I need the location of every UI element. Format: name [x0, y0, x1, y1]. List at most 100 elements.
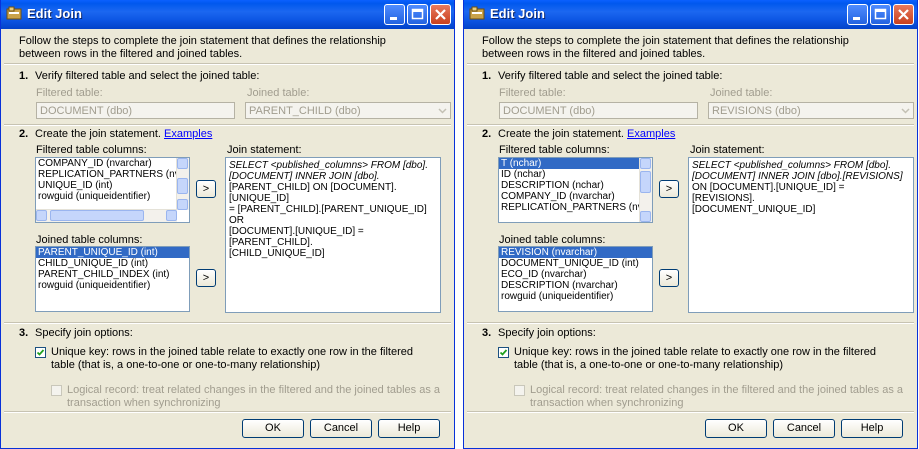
intro-text: Follow the steps to complete the join st… [19, 35, 386, 60]
scroll-down-button[interactable] [640, 211, 651, 222]
checkbox-checked-icon [499, 349, 508, 356]
join-statement-label: Join statement: [227, 144, 302, 156]
logical-record-label: Logical record: treat related changes in… [67, 384, 441, 409]
join-statement-textarea[interactable]: SELECT <published_columns> FROM [dbo]. [… [688, 157, 914, 313]
title-bar[interactable]: Edit Join [464, 0, 917, 29]
list-item[interactable]: PARENT_CHILD_INDEX (int) [36, 269, 189, 280]
join-line: [DOCUMENT] INNER JOIN [dbo]. [229, 171, 380, 182]
vertical-scrollbar[interactable] [639, 158, 652, 222]
filtered-columns-list[interactable]: COMPANY_ID (nvarchar) REPLICATION_PARTNE… [35, 157, 190, 223]
list-item[interactable]: DOCUMENT_UNIQUE_ID (int) [499, 258, 652, 269]
app-icon [6, 6, 22, 20]
joined-table-value: REVISIONS (dbo) [712, 105, 801, 117]
unique-key-checkbox[interactable] [498, 347, 509, 358]
help-button[interactable]: Help [378, 419, 440, 438]
unique-key-label: Unique key: rows in the joined table rel… [51, 346, 413, 371]
minimize-icon [853, 17, 860, 20]
list-item-selected[interactable]: REVISION (nvarchar) [499, 247, 652, 258]
maximize-button[interactable] [407, 4, 428, 25]
step-2: 2. Create the join statement. Examples [19, 128, 213, 140]
divider [467, 63, 914, 65]
scroll-thumb[interactable] [640, 171, 651, 193]
scroll-up-button[interactable] [640, 158, 651, 169]
joined-table-label: Joined table: [247, 87, 310, 99]
joined-table-label: Joined table: [710, 87, 773, 99]
scroll-thumb[interactable] [177, 178, 188, 194]
list-item[interactable]: rowguid (uniqueidentifier) [499, 291, 652, 302]
join-statement-textarea[interactable]: SELECT <published_columns> FROM [dbo]. [… [225, 157, 441, 313]
list-item[interactable]: DESCRIPTION (nchar) [499, 180, 652, 191]
step-1: 1. Verify filtered table and select the j… [19, 70, 260, 82]
filtered-columns-list[interactable]: T (nchar) ID (nchar) DESCRIPTION (nchar)… [498, 157, 653, 223]
list-item[interactable]: rowguid (uniqueidentifier) [36, 280, 189, 291]
scroll-left-button[interactable] [36, 210, 47, 221]
divider [467, 322, 914, 324]
minimize-icon [390, 17, 397, 20]
list-item[interactable]: REPLICATION_PARTNERS (nvarch [499, 202, 652, 213]
list-item[interactable]: DESCRIPTION (nvarchar) [499, 280, 652, 291]
title-bar[interactable]: Edit Join [1, 0, 454, 29]
list-item[interactable]: REPLICATION_PARTNERS (nvarcha [36, 169, 189, 180]
dropdown-arrow-icon [901, 108, 910, 114]
add-joined-column-button[interactable]: > [659, 269, 679, 287]
dialog-body: Follow the steps to complete the join st… [464, 29, 917, 448]
horizontal-scrollbar[interactable] [36, 209, 177, 222]
logical-record-checkbox [514, 385, 525, 396]
ok-button[interactable]: OK [705, 419, 767, 438]
list-item[interactable]: UNIQUE_ID (int) [36, 180, 189, 191]
join-statement-label: Join statement: [690, 144, 765, 156]
join-line: SELECT <published_columns> FROM [dbo]. [692, 160, 891, 171]
join-line: [DOCUMENT] INNER JOIN [dbo].[REVISIONS] [692, 171, 903, 182]
maximize-icon [411, 8, 424, 20]
close-button[interactable] [893, 4, 914, 25]
join-line: = [PARENT_CHILD].[PARENT_UNIQUE_ID] OR [229, 204, 427, 226]
list-item[interactable]: ECO_ID (nvarchar) [499, 269, 652, 280]
scroll-thumb[interactable] [50, 210, 144, 221]
divider [467, 411, 914, 413]
list-item[interactable]: rowguid (uniqueidentifier) [36, 191, 189, 202]
help-button[interactable]: Help [841, 419, 903, 438]
edit-join-dialog-right: Edit Join Follow the steps to complete t… [463, 0, 918, 449]
add-filtered-column-button[interactable]: > [196, 180, 216, 198]
divider [4, 411, 451, 413]
scroll-down-button[interactable] [177, 199, 188, 210]
list-item-selected[interactable]: T (nchar) [499, 158, 652, 169]
join-line: [DOCUMENT_UNIQUE_ID] [692, 204, 816, 215]
dialog-body: Follow the steps to complete the join st… [1, 29, 454, 448]
scroll-right-button[interactable] [166, 210, 177, 221]
unique-key-checkbox[interactable] [35, 347, 46, 358]
divider [467, 124, 914, 126]
vertical-scrollbar[interactable] [176, 158, 189, 210]
divider [4, 63, 451, 65]
minimize-button[interactable] [384, 4, 405, 25]
joined-columns-list[interactable]: REVISION (nvarchar) DOCUMENT_UNIQUE_ID (… [498, 246, 653, 312]
joined-columns-list[interactable]: PARENT_UNIQUE_ID (int) CHILD_UNIQUE_ID (… [35, 246, 190, 312]
cancel-button[interactable]: Cancel [310, 419, 372, 438]
joined-table-select: PARENT_CHILD (dbo) [245, 102, 451, 119]
list-item[interactable]: ID (nchar) [499, 169, 652, 180]
divider [4, 322, 451, 324]
list-item[interactable]: CHILD_UNIQUE_ID (int) [36, 258, 189, 269]
window-title: Edit Join [27, 6, 82, 21]
step-2: 2. Create the join statement. Examples [482, 128, 676, 140]
list-item[interactable]: COMPANY_ID (nvarchar) [36, 158, 189, 169]
close-button[interactable] [430, 4, 451, 25]
maximize-button[interactable] [870, 4, 891, 25]
divider [4, 124, 451, 126]
filtered-table-field: DOCUMENT (dbo) [499, 102, 698, 119]
joined-columns-label: Joined table columns: [36, 234, 143, 246]
ok-button[interactable]: OK [242, 419, 304, 438]
list-item[interactable]: COMPANY_ID (nvarchar) [499, 191, 652, 202]
list-item-selected[interactable]: PARENT_UNIQUE_ID (int) [36, 247, 189, 258]
add-joined-column-button[interactable]: > [196, 269, 216, 287]
cancel-button[interactable]: Cancel [773, 419, 835, 438]
scroll-up-button[interactable] [177, 158, 188, 169]
unique-key-label: Unique key: rows in the joined table rel… [514, 346, 876, 371]
examples-link[interactable]: Examples [164, 128, 212, 140]
logical-record-checkbox [51, 385, 62, 396]
add-filtered-column-button[interactable]: > [659, 180, 679, 198]
examples-link[interactable]: Examples [627, 128, 675, 140]
dropdown-arrow-icon [438, 108, 447, 114]
logical-record-label: Logical record: treat related changes in… [530, 384, 904, 409]
minimize-button[interactable] [847, 4, 868, 25]
